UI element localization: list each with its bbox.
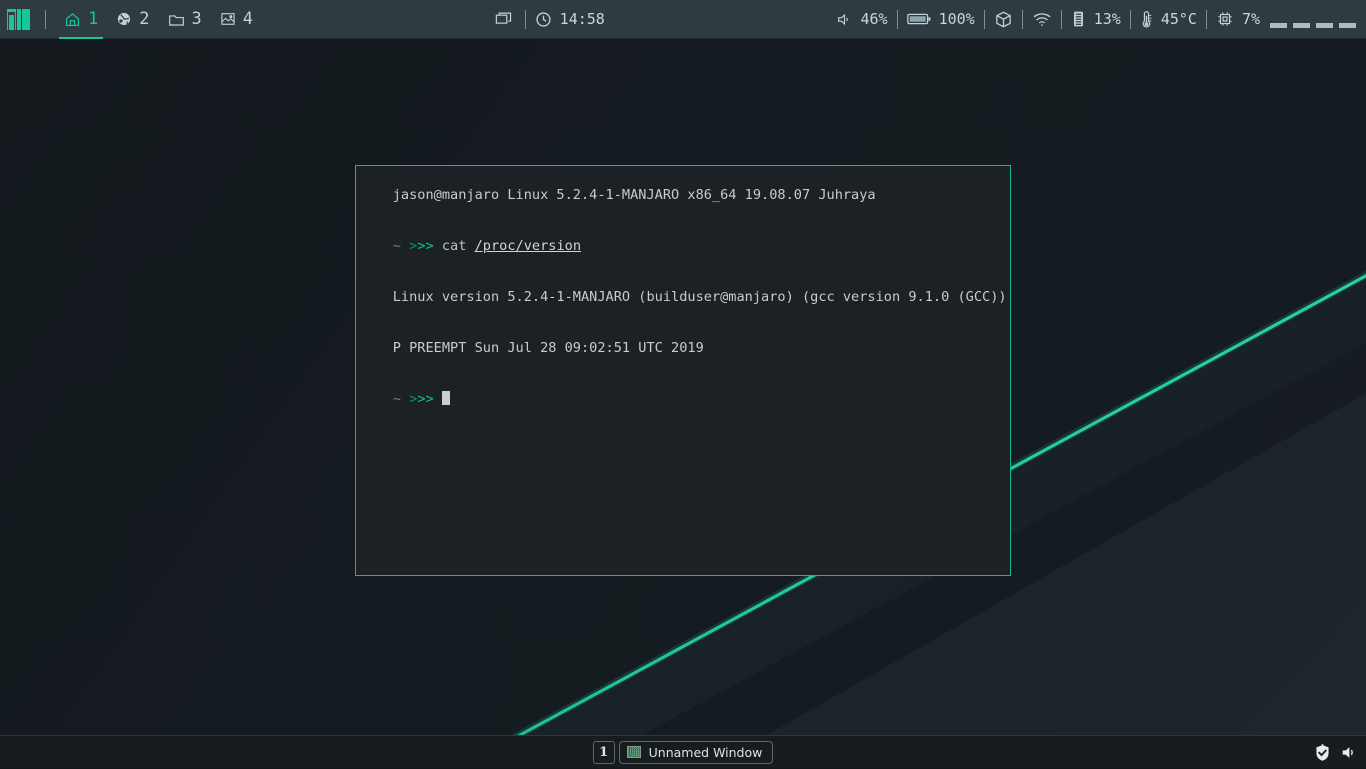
taskbar-window-label: Unnamed Window — [649, 745, 763, 760]
system-tray — [1314, 736, 1358, 769]
workspace-button-2[interactable]: 2 — [107, 0, 158, 39]
workspace-button-3[interactable]: 3 — [159, 0, 211, 39]
shield-icon[interactable] — [1314, 744, 1331, 762]
taskbar: 1 Unnamed Window — [0, 735, 1366, 768]
manjaro-logo-icon — [7, 9, 30, 30]
folder-icon — [168, 12, 185, 27]
clock-icon — [535, 11, 552, 28]
home-icon — [64, 11, 81, 28]
separator — [1206, 10, 1207, 29]
terminal-line-output-2: P PREEMPT Sun Jul 28 09:02:51 UTC 2019 — [360, 323, 1007, 374]
cpu-value: 7% — [1242, 10, 1260, 28]
load-bar — [1293, 23, 1310, 28]
separator — [45, 10, 46, 29]
workspace-button-1[interactable]: 1 — [55, 0, 107, 39]
taskbar-window-button[interactable]: Unnamed Window — [619, 741, 774, 764]
taskbar-workspace-button[interactable]: 1 — [593, 741, 615, 764]
speaker-icon[interactable] — [1340, 744, 1358, 761]
clock-widget[interactable]: 14:58 — [535, 10, 605, 28]
separator — [984, 10, 985, 29]
battery-icon — [907, 12, 931, 26]
speaker-icon — [836, 12, 853, 27]
separator — [1130, 10, 1131, 29]
terminal-line-banner: jason@manjaro Linux 5.2.4-1-MANJARO x86_… — [360, 170, 1007, 221]
load-bar — [1316, 23, 1333, 28]
manjaro-logo-button[interactable] — [0, 0, 36, 39]
workspace-button-4[interactable]: 4 — [211, 0, 262, 39]
windows-layout-icon — [495, 11, 514, 27]
terminal-app-icon — [627, 746, 641, 758]
temperature-value: 45°C — [1161, 10, 1197, 28]
terminal-path-token: /proc/version — [475, 238, 581, 254]
battery-value: 100% — [939, 10, 975, 28]
package-icon — [994, 10, 1013, 29]
volume-value: 46% — [861, 10, 888, 28]
terminal-line-prompt-active: ~ >>> — [360, 374, 1007, 425]
image-icon — [220, 11, 236, 27]
cpu-indicator[interactable]: 7% — [1216, 10, 1260, 28]
workspace-label-4: 4 — [243, 11, 253, 28]
workspace-label-1: 1 — [88, 11, 98, 28]
memory-indicator[interactable]: 13% — [1071, 10, 1121, 28]
memory-chip-icon — [1071, 10, 1086, 28]
layout-button[interactable] — [493, 11, 516, 27]
separator — [1061, 10, 1062, 29]
top-panel: 1 2 3 4 — [0, 0, 1366, 39]
terminal-window[interactable]: jason@manjaro Linux 5.2.4-1-MANJARO x86_… — [355, 165, 1011, 576]
updates-indicator[interactable] — [994, 10, 1013, 29]
workspace-label-2: 2 — [139, 11, 149, 28]
volume-indicator[interactable]: 46% — [836, 10, 888, 28]
battery-indicator[interactable]: 100% — [907, 10, 975, 28]
separator — [1022, 10, 1023, 29]
terminal-line-prompt-command: ~ >>> cat /proc/version — [360, 221, 1007, 272]
clock-time: 14:58 — [560, 10, 605, 28]
load-bar — [1339, 23, 1356, 28]
workspace-label-3: 3 — [192, 11, 202, 28]
temperature-indicator[interactable]: 45°C — [1140, 10, 1197, 29]
memory-value: 13% — [1094, 10, 1121, 28]
terminal-cursor — [442, 391, 450, 405]
separator — [897, 10, 898, 29]
thermometer-icon — [1140, 10, 1153, 29]
task-list: 1 Unnamed Window — [593, 741, 774, 764]
wifi-icon — [1032, 11, 1052, 27]
globe-icon — [116, 11, 132, 27]
cpu-icon — [1216, 10, 1234, 28]
network-indicator[interactable] — [1032, 11, 1052, 27]
terminal-line-output-1: Linux version 5.2.4-1-MANJARO (builduser… — [360, 272, 1007, 323]
load-bar — [1270, 23, 1287, 28]
separator — [525, 10, 526, 29]
load-graph[interactable] — [1270, 10, 1356, 28]
